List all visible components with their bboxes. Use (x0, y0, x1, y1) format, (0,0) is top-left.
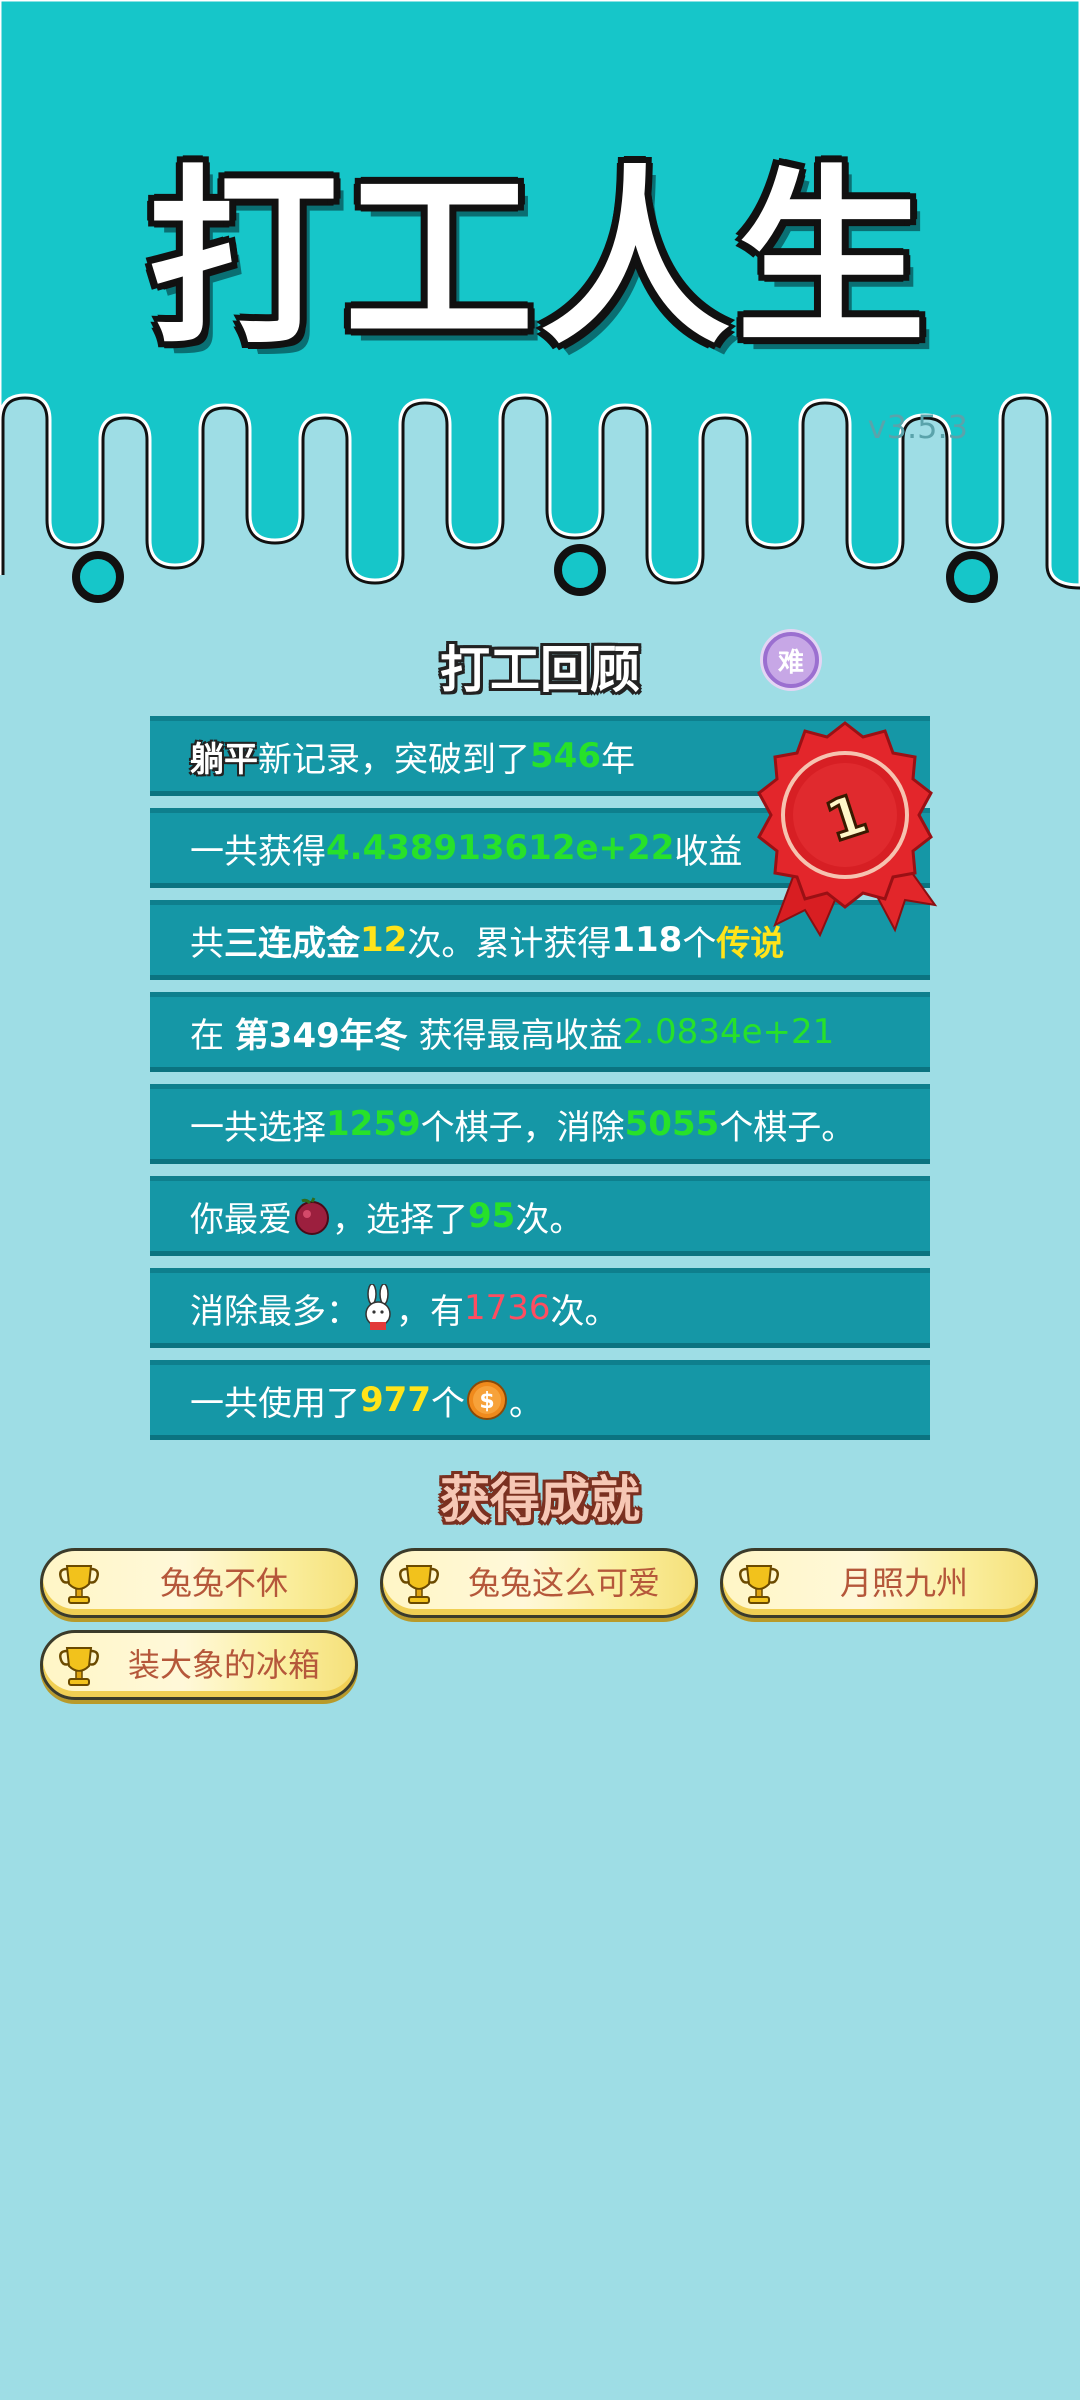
best-season: 第349年冬 (234, 1015, 408, 1056)
combo-count: 12 (360, 920, 408, 960)
stat-text: 一共使用了 (190, 1383, 360, 1424)
version-label: v3.5.3 (867, 408, 968, 446)
review-title: 打工回顾 (440, 641, 640, 699)
mode-label: 躺平 (190, 739, 258, 780)
stat-row-favorite: 你最爱 ，选择了 95 次。 (150, 1176, 930, 1256)
stat-row-coins: 一共使用了 977 个 $ 。 (150, 1360, 930, 1440)
stat-text: 一共获得 (190, 831, 326, 872)
achievement-label: 兔兔这么可爱 (467, 1564, 660, 1602)
legend-count: 118 (611, 920, 683, 960)
best-income: 2.0834e+21 (622, 1012, 835, 1052)
trophy-icon (739, 1565, 779, 1604)
stat-text: ，有 (396, 1291, 464, 1332)
stat-text: 。 (508, 1383, 543, 1424)
svg-text:$: $ (479, 1389, 494, 1414)
achievement-label: 兔兔不休 (159, 1564, 288, 1602)
stat-text: 你最爱 (190, 1199, 292, 1240)
stat-text: 一共选择 (190, 1107, 326, 1148)
difficulty-badge: 难 (763, 632, 819, 688)
stat-text: 次。 (550, 1291, 619, 1332)
rank-medal-icon: 1 (757, 721, 938, 938)
achievement-badge[interactable]: 装大象的冰箱 (40, 1630, 358, 1700)
most-removed-count: 1736 (464, 1288, 551, 1328)
achievement-badge[interactable]: 兔兔这么可爱 (380, 1548, 698, 1618)
stat-row-most-removed: 消除最多： ，有 1736 次。 (150, 1268, 930, 1348)
pieces-removed: 5055 (624, 1104, 720, 1144)
stat-text: 个 (682, 923, 717, 964)
achievement-badge[interactable]: 兔兔不休 (40, 1548, 358, 1618)
stat-text: 次。累计获得 (407, 923, 612, 964)
achievements-title: 获得成就 (440, 1471, 640, 1529)
stat-text: 获得最高收益 (407, 1015, 623, 1056)
stat-text: 个棋子，消除 (420, 1107, 625, 1148)
trophy-icon (59, 1647, 99, 1686)
header-banner: 打工人生 v3.5.3 (0, 0, 1080, 620)
stat-text: 次。 (515, 1199, 584, 1240)
stat-text: 收益 (674, 831, 743, 872)
stat-text: ，选择了 (332, 1199, 468, 1240)
combo-name: 三连成金 (224, 923, 360, 964)
stat-text: 在 (190, 1015, 235, 1056)
total-income: 4.438913612e+22 (326, 828, 675, 868)
coins-used: 977 (360, 1380, 431, 1420)
stat-row-best-income: 在 第349年冬 获得最高收益 2.0834e+21 (150, 992, 930, 1072)
trophy-icon (399, 1565, 439, 1604)
red-fruit-icon (295, 1197, 329, 1235)
achievement-label: 月照九州 (839, 1564, 968, 1602)
stat-text: 个 (430, 1383, 465, 1424)
achievement-badge[interactable]: 月照九州 (720, 1548, 1038, 1618)
stat-text: 新记录，突破到了 (258, 739, 530, 780)
favorite-count: 95 (468, 1196, 516, 1236)
stat-text: 共 (190, 923, 224, 964)
achievement-label: 装大象的冰箱 (127, 1646, 320, 1684)
coin-icon: $ (466, 1380, 507, 1420)
stat-row-pieces: 一共选择 1259 个棋子，消除 5055 个棋子。 (150, 1084, 930, 1164)
stat-text: 个棋子。 (719, 1107, 856, 1148)
pieces-selected: 1259 (326, 1104, 421, 1144)
trophy-icon (59, 1565, 99, 1604)
game-title: 打工人生 (147, 149, 932, 370)
stat-text: 年 (600, 739, 635, 780)
rabbit-icon (365, 1284, 391, 1330)
record-years: 546 (530, 736, 601, 776)
stat-text: 消除最多： (190, 1291, 360, 1332)
